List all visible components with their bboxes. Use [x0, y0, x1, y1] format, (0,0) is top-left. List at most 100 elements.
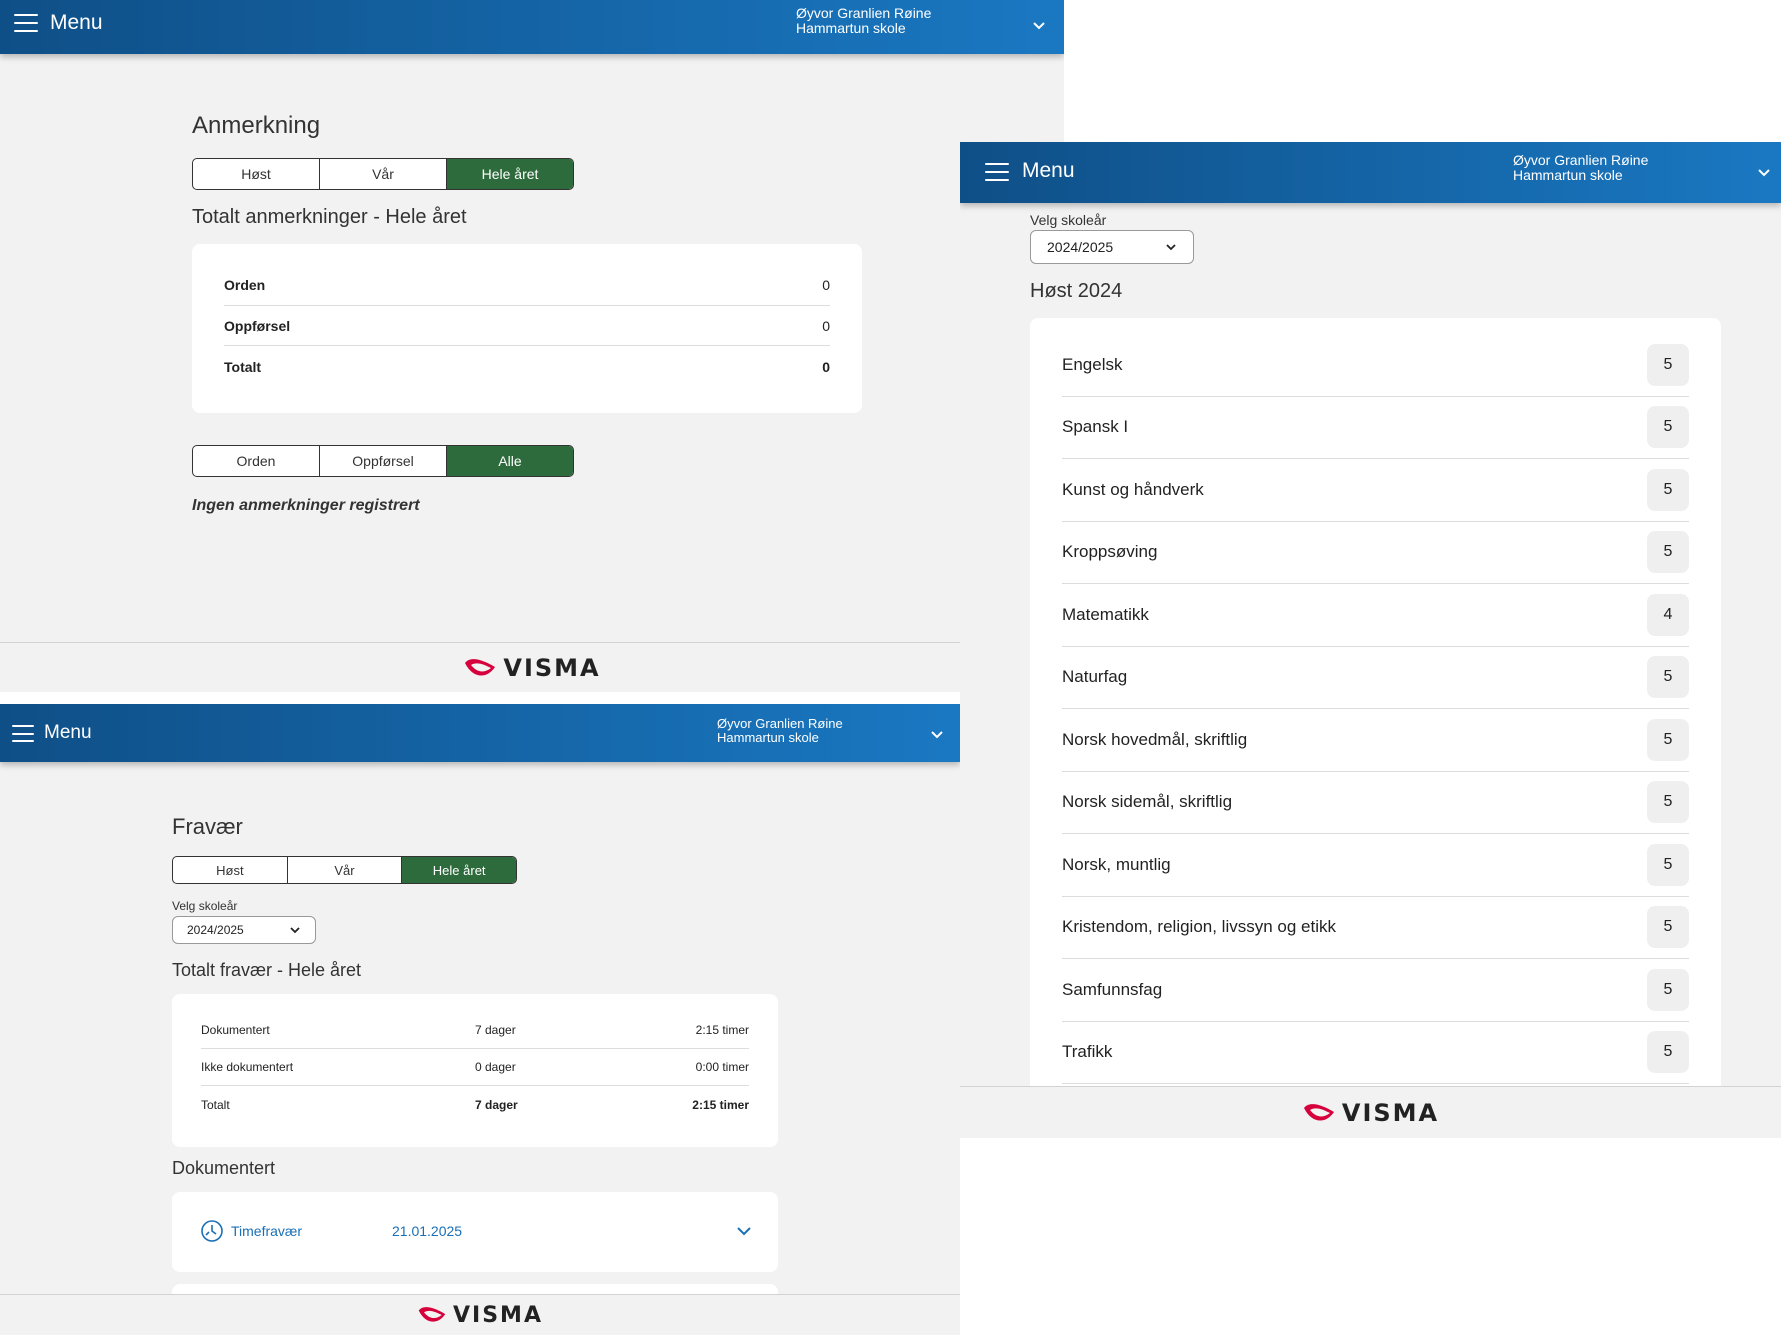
tab-host[interactable]: Høst	[173, 857, 288, 883]
visma-logo: VISMA	[1302, 1099, 1439, 1127]
year-select-label: Velg skoleår	[1030, 212, 1107, 228]
subject-name: Samfunnsfag	[1062, 979, 1163, 999]
filter-alle[interactable]: Alle	[447, 446, 573, 476]
chevron-down-icon[interactable]	[930, 727, 944, 741]
grade-badge: 5	[1647, 781, 1689, 824]
visma-logo: VISMA	[417, 1303, 543, 1328]
menu-label[interactable]: Menu	[1022, 159, 1075, 183]
summary-row-oppforsel: Oppførsel 0	[224, 306, 830, 346]
period-segment: Høst Vår Hele året	[192, 158, 574, 190]
row-label: Totalt	[224, 359, 262, 375]
filter-orden[interactable]: Orden	[193, 446, 320, 476]
hamburger-menu-icon[interactable]	[14, 13, 38, 33]
footer: VISMA	[960, 1086, 1781, 1138]
row-label: Totalt	[201, 1097, 230, 1112]
subject-name: Kunst og håndverk	[1062, 479, 1204, 499]
footer: VISMA	[0, 1294, 960, 1335]
summary-row: Totalt 7 dager 2:15 timer	[201, 1086, 749, 1123]
user-name: Øyvor Granlien Røine	[1513, 152, 1649, 168]
visma-wordmark: VISMA	[453, 1302, 543, 1328]
menu-label[interactable]: Menu	[50, 11, 103, 35]
subject-row[interactable]: Kroppsøving 5	[1062, 522, 1689, 584]
visma-wordmark: VISMA	[1341, 1098, 1440, 1127]
row-days: 0 dager	[475, 1060, 516, 1074]
row-label: Oppførsel	[224, 317, 291, 334]
visma-logo: VISMA	[463, 654, 600, 682]
subject-row[interactable]: Norsk hovedmål, skriftlig 5	[1062, 709, 1689, 772]
grade-badge: 5	[1647, 1031, 1689, 1074]
subject-row[interactable]: Kunst og håndverk 5	[1062, 459, 1689, 522]
row-days: 7 dager	[475, 1023, 516, 1037]
subject-name: Spansk I	[1062, 417, 1129, 437]
page-title: Fravær	[172, 814, 243, 839]
menu-label[interactable]: Menu	[44, 722, 92, 744]
subject-name: Kristendom, religion, livssyn og etikk	[1062, 917, 1337, 937]
summary-title: Totalt anmerkninger - Hele året	[192, 206, 467, 228]
subject-row[interactable]: Matematikk 4	[1062, 584, 1689, 647]
row-hours: 0:00 timer	[695, 1060, 749, 1074]
summary-card: Orden 0 Oppførsel 0 Totalt 0	[192, 244, 862, 413]
row-label: Orden	[224, 276, 266, 293]
tab-var[interactable]: Vår	[288, 857, 403, 883]
row-label: Dokumentert	[201, 1023, 270, 1037]
chevron-down-icon[interactable]	[1757, 165, 1771, 179]
fravaer-panel: Menu Øyvor Granlien Røine Hammartun skol…	[0, 704, 960, 1335]
visma-swoosh-icon	[418, 1307, 446, 1322]
school-name: Hammartun skole	[1513, 167, 1623, 183]
subject-name: Norsk sidemål, skriftlig	[1062, 792, 1233, 812]
row-value: 0	[822, 317, 830, 334]
year-select-label: Velg skoleår	[172, 899, 238, 913]
clock-icon	[201, 1220, 223, 1242]
subject-row[interactable]: Kristendom, religion, livssyn og etikk 5	[1062, 897, 1689, 959]
grade-badge: 5	[1647, 531, 1689, 574]
grades-panel: Menu Øyvor Granlien Røine Hammartun skol…	[960, 142, 1781, 1138]
subject-name: Trafikk	[1062, 1042, 1113, 1062]
chevron-down-icon[interactable]	[736, 1224, 752, 1238]
top-bar: Menu Øyvor Granlien Røine Hammartun skol…	[960, 142, 1781, 203]
empty-message: Ingen anmerkninger registrert	[192, 497, 420, 514]
chevron-down-icon	[290, 927, 300, 934]
chevron-down-icon[interactable]	[1032, 18, 1046, 32]
grade-badge: 5	[1647, 656, 1689, 699]
subject-row[interactable]: Engelsk 5	[1062, 334, 1689, 397]
user-info[interactable]: Øyvor Granlien Røine Hammartun skole	[796, 6, 931, 36]
subject-name: Naturfag	[1062, 667, 1128, 687]
tab-hele-aret[interactable]: Hele året	[402, 857, 516, 883]
filter-oppforsel[interactable]: Oppførsel	[320, 446, 447, 476]
subject-row[interactable]: Spansk I 5	[1062, 397, 1689, 459]
tab-host[interactable]: Høst	[193, 159, 320, 189]
grade-badge: 5	[1647, 843, 1689, 886]
user-info[interactable]: Øyvor Granlien Røine Hammartun skole	[1513, 153, 1648, 183]
documented-title: Dokumentert	[172, 1158, 276, 1178]
subject-row[interactable]: Trafikk 5	[1062, 1022, 1689, 1084]
entry-type: Timefravær	[231, 1223, 303, 1239]
absence-entry[interactable]: Timefravær 21.01.2025	[172, 1192, 778, 1272]
hamburger-menu-icon[interactable]	[985, 162, 1009, 182]
tab-var[interactable]: Vår	[320, 159, 447, 189]
subject-row[interactable]: Naturfag 5	[1062, 647, 1689, 709]
filter-segment: Orden Oppførsel Alle	[192, 445, 574, 477]
subject-row[interactable]: Norsk sidemål, skriftlig 5	[1062, 772, 1689, 834]
year-select[interactable]: 2024/2025	[1030, 230, 1194, 264]
row-hours: 2:15 timer	[692, 1097, 749, 1112]
subject-name: Engelsk	[1062, 354, 1123, 374]
year-select[interactable]: 2024/2025	[172, 916, 316, 944]
user-info[interactable]: Øyvor Granlien Røine Hammartun skole	[717, 717, 843, 745]
subject-row[interactable]: Samfunnsfag 5	[1062, 959, 1689, 1022]
grade-badge: 5	[1647, 343, 1689, 386]
summary-row-orden: Orden 0	[224, 264, 830, 306]
period-segment: Høst Vår Hele året	[172, 856, 517, 884]
entry-date: 21.01.2025	[392, 1223, 463, 1239]
visma-swoosh-icon	[465, 658, 496, 676]
grade-badge: 4	[1647, 593, 1689, 636]
row-label: Ikke dokumentert	[201, 1060, 294, 1074]
hamburger-menu-icon[interactable]	[12, 724, 34, 742]
anmerkning-panel: Menu Øyvor Granlien Røine Hammartun skol…	[0, 0, 1064, 692]
top-bar: Menu Øyvor Granlien Røine Hammartun skol…	[0, 0, 1064, 54]
subject-row[interactable]: Norsk, muntlig 5	[1062, 834, 1689, 897]
grade-badge: 5	[1647, 468, 1689, 511]
row-days: 7 dager	[475, 1097, 518, 1112]
tab-hele-aret[interactable]: Hele året	[447, 159, 573, 189]
term-title: Høst 2024	[1030, 280, 1123, 302]
visma-swoosh-icon	[1303, 1103, 1334, 1121]
